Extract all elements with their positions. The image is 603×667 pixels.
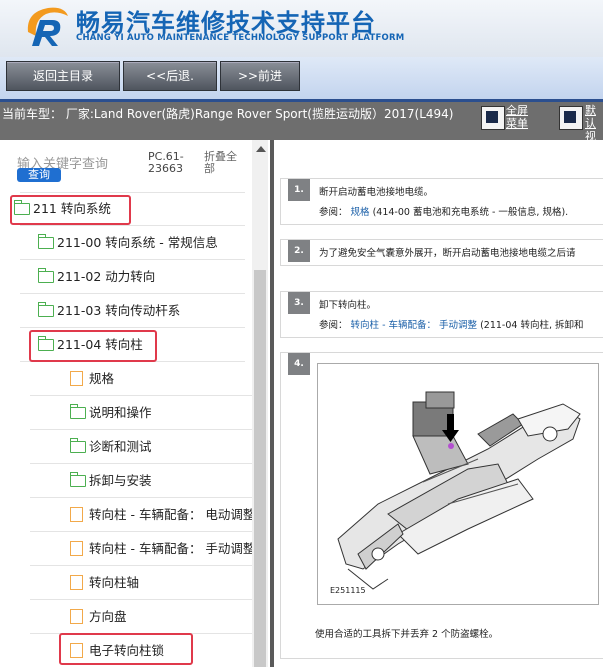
step-reference: 参阅： 转向柱 - 车辆配备： 手动调整 (211-04 转向柱, 拆卸和	[319, 320, 584, 331]
folder-icon	[37, 267, 54, 283]
vehicle-bar: 当前车型： 厂家:Land Rover(路虎)Range Rover Sport…	[0, 102, 603, 156]
app-header: 畅易汽车维修技术支持平台 CHANG YI AUTO MAINTENANCE T…	[0, 0, 603, 57]
step-reference: 参阅： 规格 (414-00 蓄电池和充电系统 - 一般信息, 规格).	[319, 207, 569, 218]
document-icon	[70, 541, 83, 556]
tree-item-column-shaft[interactable]: 转向柱轴	[70, 566, 139, 599]
tree-item-211-02[interactable]: 211-02 动力转向	[37, 260, 155, 293]
divider	[30, 531, 252, 532]
steering-column-illustration: E251115	[317, 363, 599, 605]
specs-link[interactable]: 规格	[351, 207, 370, 218]
home-button[interactable]: 返回主目录	[6, 61, 120, 91]
document-icon	[70, 371, 83, 386]
document-icon	[70, 507, 83, 522]
folder-icon	[69, 437, 86, 453]
divider	[30, 565, 252, 566]
pc-code: PC.61-23663	[148, 150, 184, 175]
app-subtitle: CHANG YI AUTO MAINTENANCE TECHNOLOGY SUP…	[76, 33, 405, 43]
tree-item-211-00[interactable]: 211-00 转向系统 - 常规信息	[37, 226, 218, 259]
step-3: 3. 卸下转向柱。 参阅： 转向柱 - 车辆配备： 手动调整 (211-04 转…	[280, 291, 603, 338]
steering-column-icon	[337, 391, 581, 590]
divider	[30, 395, 252, 396]
divider	[30, 463, 252, 464]
divider	[20, 293, 245, 294]
tree-item-column-electric[interactable]: 转向柱 - 车辆配备： 电动调整	[70, 498, 252, 531]
query-button[interactable]: 查询	[17, 168, 61, 182]
collapse-all-button[interactable]: 折叠全部	[204, 151, 244, 175]
default-view-icon[interactable]	[559, 106, 583, 130]
scroll-up-icon[interactable]	[256, 146, 266, 152]
step-2: 2. 为了避免安全气囊意外展开，断开启动蓄电池接地电缆之后请	[280, 239, 603, 266]
step-number: 1.	[288, 179, 310, 201]
document-icon	[70, 609, 83, 624]
folder-icon	[69, 403, 86, 419]
tree-item-steering-wheel[interactable]: 方向盘	[70, 600, 127, 633]
step-text: 为了避免安全气囊意外展开，断开启动蓄电池接地电缆之后请	[319, 248, 576, 259]
tree-scrollbar[interactable]	[252, 140, 268, 667]
forward-button[interactable]: >>前进	[220, 61, 300, 91]
step-4: 4. E251115 使用合适的工具拆下并丢弃 2 个防盗螺栓。	[280, 352, 603, 659]
tree-item-211-03[interactable]: 211-03 转向传动杆系	[37, 294, 180, 327]
highlight-box	[59, 633, 193, 665]
step-number: 3.	[288, 292, 310, 314]
tree-item-diagnosis[interactable]: 诊断和测试	[69, 430, 152, 463]
highlight-box	[29, 330, 157, 362]
divider	[20, 259, 245, 260]
folder-icon	[37, 233, 54, 249]
tree-item-specs[interactable]: 规格	[70, 362, 114, 395]
fullscreen-icon[interactable]	[481, 106, 505, 130]
figure-code: E251115	[330, 586, 366, 595]
folder-open-icon	[69, 471, 86, 487]
vehicle-info: 当前车型： 厂家:Land Rover(路虎)Range Rover Sport…	[2, 107, 454, 121]
fullscreen-menu-link[interactable]: 全屏 菜单	[506, 104, 528, 130]
divider	[30, 497, 252, 498]
highlight-box	[10, 195, 131, 225]
content-panel: 1. 断开启动蓄电池接地电缆。 参阅： 规格 (414-00 蓄电池和充电系统 …	[274, 140, 603, 667]
scroll-thumb[interactable]	[254, 270, 266, 667]
logo-icon	[27, 7, 68, 46]
divider	[20, 327, 245, 328]
navigation-tree-panel: 输入关键字查询 查询 PC.61-23663 折叠全部 211 转向系统 211…	[0, 140, 270, 667]
step-text: 卸下转向柱。	[319, 300, 377, 311]
tree-item-removal[interactable]: 拆卸与安装	[69, 464, 152, 497]
step-text: 使用合适的工具拆下并丢弃 2 个防盗螺栓。	[315, 629, 499, 640]
folder-icon	[37, 301, 54, 317]
tree-item-column-manual[interactable]: 转向柱 - 车辆配备： 手动调整	[70, 532, 252, 565]
document-icon	[70, 575, 83, 590]
divider	[30, 599, 252, 600]
nav-bar: 返回主目录 <<后退. >>前进	[0, 57, 603, 102]
column-manual-link[interactable]: 转向柱 - 车辆配备： 手动调整	[351, 320, 478, 331]
step-1: 1. 断开启动蓄电池接地电缆。 参阅： 规格 (414-00 蓄电池和充电系统 …	[280, 178, 603, 225]
tree-item-description[interactable]: 说明和操作	[69, 396, 152, 429]
divider	[30, 429, 252, 430]
step-number: 4.	[288, 353, 310, 375]
step-number: 2.	[288, 240, 310, 262]
back-button[interactable]: <<后退.	[123, 61, 217, 91]
divider	[20, 225, 245, 226]
step-text: 断开启动蓄电池接地电缆。	[319, 187, 434, 198]
